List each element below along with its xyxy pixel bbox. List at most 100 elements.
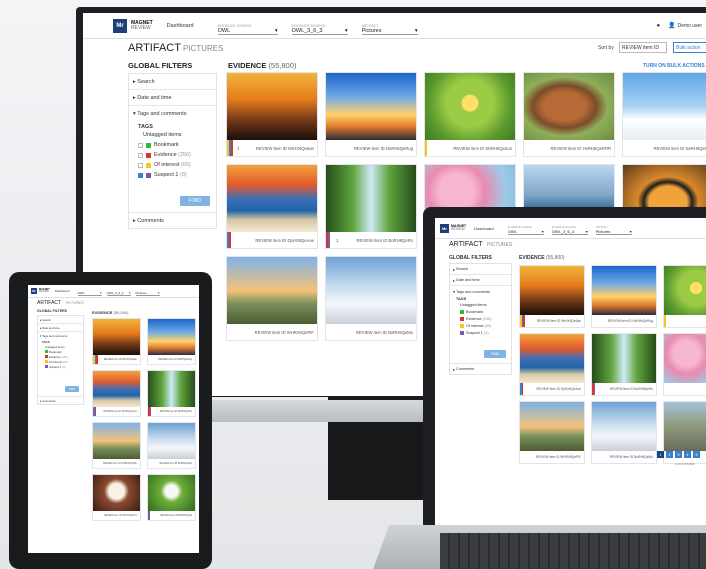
thumbnail-image[interactable] — [148, 475, 195, 511]
source-dropdown[interactable]: OWL_3_6_3 ▾ — [106, 287, 131, 296]
thumbnail-image[interactable] — [520, 334, 584, 383]
checkbox[interactable] — [138, 142, 143, 148]
artifact-dropdown[interactable]: Artifact Pictures ▾ — [361, 17, 418, 35]
thumbnail-image[interactable] — [592, 266, 656, 315]
bulk-action-button[interactable]: Bulk action — [673, 42, 706, 53]
source-dropdown[interactable]: Evidence source OWL_3_6_3 ▾ — [551, 222, 588, 235]
checkbox[interactable] — [138, 162, 143, 168]
page-button[interactable]: 3 — [675, 451, 682, 458]
filter-tags[interactable]: ▾ Tags and comments — [38, 332, 83, 340]
artifact-dropdown[interactable]: Artifact Pictures ▾ — [595, 222, 632, 235]
find-button[interactable]: FIND — [484, 350, 506, 358]
tag-evidence[interactable]: Evidence (256) — [450, 315, 511, 322]
find-button[interactable]: FIND — [180, 196, 210, 206]
thumbnail-image[interactable] — [148, 319, 195, 355]
thumbnail-image[interactable] — [227, 73, 317, 140]
thumbnail-card[interactable]: REVIEW item ID DhRH6QeZuo — [424, 72, 516, 157]
bulk-actions-link[interactable]: TURN ON BULK ACTIONS — [643, 63, 705, 69]
thumbnail-card[interactable]: REVIEW item ID WHRX6QePIF — [519, 401, 585, 464]
thumbnail-card[interactable]: REVIEW item ID BoRH6QeMo — [591, 401, 657, 464]
app-logo[interactable]: Mr — [31, 288, 37, 294]
thumbnail-card[interactable]: REVIEW item ID DpHX6QeAoe — [519, 333, 585, 396]
filter-search[interactable]: ▸ Search — [450, 264, 511, 275]
nav-dashboard[interactable]: Dashboard — [55, 289, 70, 293]
filter-date[interactable]: ▸ Date and time — [38, 324, 83, 332]
filter-tags[interactable]: ▾ Tags and comments — [129, 106, 216, 122]
thumbnail-image[interactable] — [664, 402, 706, 451]
thumbnail-image[interactable] — [664, 334, 706, 383]
page-button[interactable]: 4 — [684, 451, 691, 458]
thumbnail-card[interactable]: REVIEW item ID BoRH6QeRo — [147, 370, 196, 417]
thumbnail-image[interactable] — [93, 423, 140, 459]
artifact-dropdown[interactable]: Pictures ▾ — [135, 287, 160, 296]
tab-artifact[interactable]: ARTIFACT — [449, 241, 483, 248]
tag-bookmark[interactable]: Bookmark — [129, 140, 216, 150]
thumbnail-image[interactable] — [664, 266, 706, 315]
checkbox[interactable] — [138, 152, 143, 158]
thumbnail-image[interactable] — [524, 73, 614, 140]
thumbnail-card[interactable]: REVIEW item ID DpHX6QeAoe — [226, 164, 318, 249]
thumbnail-card[interactable]: 1 REVIEW item ID WrHX6Qe6an — [226, 72, 318, 157]
filter-tags[interactable]: ▾ Tags and comments — [450, 286, 511, 297]
thumbnail-card[interactable]: REVIEW item ID BoRH6QeMo — [325, 256, 417, 341]
thumbnail-image[interactable] — [227, 165, 317, 232]
page-button[interactable]: 1 — [657, 451, 664, 458]
filter-search[interactable]: ▸ Search — [38, 316, 83, 324]
case-dropdown[interactable]: OWL ▾ — [77, 287, 102, 296]
filter-search[interactable]: ▸ Search — [129, 74, 216, 90]
thumbnail-image[interactable] — [93, 371, 140, 407]
thumbnail-card[interactable]: REVIEW item ID HeRH6QeRRR — [523, 72, 615, 157]
thumbnail-image[interactable] — [148, 371, 195, 407]
thumbnail-image[interactable] — [148, 423, 195, 459]
thumbnail-image[interactable] — [425, 73, 515, 140]
filter-date[interactable]: ▸ Date and time — [129, 90, 216, 106]
thumbnail-image[interactable] — [227, 257, 317, 324]
tag-evidence[interactable]: Evidence (256) — [129, 150, 216, 160]
tag-suspect[interactable]: Suspect 1 (8) — [129, 170, 216, 180]
tag-suspect[interactable]: Suspect 1 (8) — [450, 329, 511, 336]
user-icon[interactable]: 👤 — [668, 22, 675, 29]
tag-interest[interactable]: Of interest (65) — [450, 322, 511, 329]
case-dropdown[interactable]: Evidence source OWL ▾ — [217, 17, 278, 35]
thumbnail-image[interactable] — [93, 319, 140, 355]
thumbnail-card[interactable]: REVIEW item ID BoRH6Qe6a — [147, 474, 196, 521]
filter-comments[interactable]: ▸ Comments — [450, 363, 511, 374]
tag-untagged[interactable]: Untagged items — [450, 301, 511, 308]
filter-date[interactable]: ▸ Date and time — [450, 275, 511, 286]
thumbnail-image[interactable] — [326, 257, 416, 324]
user-name[interactable]: Demo user — [678, 23, 702, 29]
thumbnail-image[interactable] — [623, 73, 706, 140]
tab-pictures[interactable]: PICTURES — [66, 301, 84, 305]
thumbnail-card[interactable]: REVIEW item ID NoRH6QeRug — [591, 265, 657, 328]
tag-untagged[interactable]: Untagged items — [129, 130, 216, 140]
tab-artifact[interactable]: ARTIFACT — [37, 300, 61, 306]
tag-interest[interactable]: Of interest (65) — [129, 160, 216, 170]
thumbnail-card[interactable]: REVIEW item ID NoRH6QeRug — [325, 72, 417, 157]
tab-pictures[interactable]: PICTURES — [487, 242, 512, 248]
thumbnail-card[interactable]: REVIEW item ID WrHX6Qe6an — [519, 265, 585, 328]
checkbox-checked[interactable] — [138, 172, 143, 178]
thumbnail-card[interactable]: REVIEW item ID NeRH6QeCy — [622, 72, 706, 157]
thumbnail-card[interactable]: REVIEW item ID WHRX6QePIF — [92, 422, 141, 469]
thumbnail-card[interactable]: REVIEW item ID WHRX6QePIF — [226, 256, 318, 341]
filter-comments[interactable]: ▸ Comments — [38, 396, 83, 404]
tab-pictures[interactable]: PICTURES — [183, 44, 223, 53]
thumbnail-image[interactable] — [93, 475, 140, 511]
tag-suspect[interactable]: Suspect 1 (8) — [38, 364, 83, 369]
nav-dashboard[interactable]: Dashboard — [167, 23, 194, 29]
page-button[interactable]: 2 — [666, 451, 673, 458]
thumbnail-image[interactable] — [592, 402, 656, 451]
thumbnail-card[interactable]: REVIEW item ID NoRH6QeRug — [147, 318, 196, 365]
thumbnail-card[interactable]: REVIEW item ID WrHX6Qe6an — [92, 318, 141, 365]
app-logo[interactable]: Mr — [440, 223, 449, 233]
case-dropdown[interactable]: Evidence source OWL ▾ — [507, 222, 544, 235]
filter-comments[interactable]: ▸ Comments — [129, 212, 216, 228]
thumbnail-image[interactable] — [520, 402, 584, 451]
source-dropdown[interactable]: Evidence source OWL_3_6_3 ▾ — [291, 17, 348, 35]
tag-bookmark[interactable]: Bookmark — [450, 308, 511, 315]
thumbnail-image[interactable] — [592, 334, 656, 383]
thumbnail-card[interactable]: REVIEW item ID WrHX6QeTkx — [92, 474, 141, 521]
thumbnail-image[interactable] — [326, 165, 416, 232]
page-button[interactable]: 5 — [693, 451, 700, 458]
thumbnail-card[interactable] — [663, 333, 706, 396]
